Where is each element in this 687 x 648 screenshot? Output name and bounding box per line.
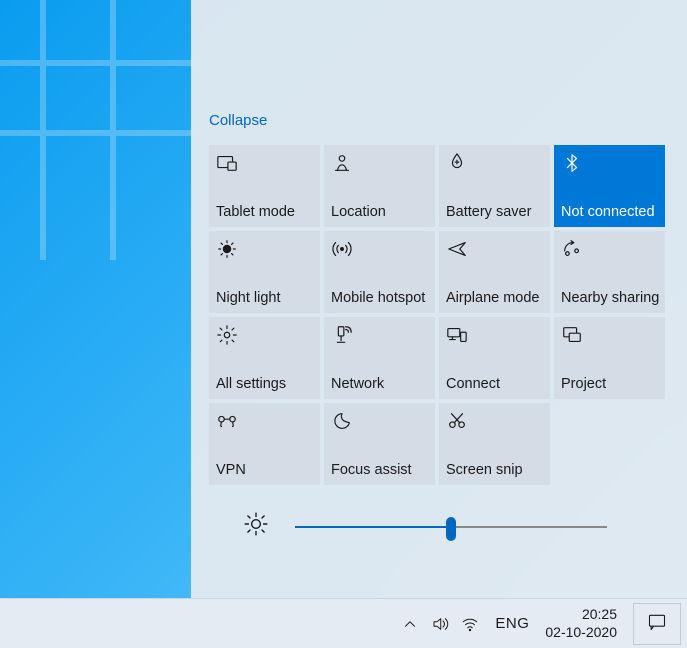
system-tray: ENG xyxy=(401,615,533,633)
language-indicator[interactable]: ENG xyxy=(491,615,533,632)
night-light-icon xyxy=(216,238,238,260)
taskbar-clock[interactable]: 20:25 02-10-2020 xyxy=(537,606,625,641)
project-icon xyxy=(561,324,583,346)
mobile-hotspot-icon xyxy=(331,238,353,260)
tray-overflow-icon[interactable] xyxy=(401,615,419,633)
collapse-link[interactable]: Collapse xyxy=(209,0,669,145)
location-icon xyxy=(331,152,353,174)
vpn-icon xyxy=(216,410,238,432)
tile-airplane-mode[interactable]: Airplane mode xyxy=(439,231,550,313)
notifications-icon xyxy=(647,612,667,635)
tile-label: VPN xyxy=(216,462,313,478)
notifications-button[interactable] xyxy=(633,603,681,645)
tile-nearby-sharing[interactable]: Nearby sharing xyxy=(554,231,665,313)
tile-label: Connect xyxy=(446,376,543,392)
tile-label: Network xyxy=(331,376,428,392)
tile-connect[interactable]: Connect xyxy=(439,317,550,399)
tile-label: Tablet mode xyxy=(216,204,313,220)
tile-label: Airplane mode xyxy=(446,290,543,306)
clock-date: 02-10-2020 xyxy=(545,624,617,642)
tile-screen-snip[interactable]: Screen snip xyxy=(439,403,550,485)
network-icon xyxy=(331,324,353,346)
tile-night-light[interactable]: Night light xyxy=(209,231,320,313)
screen-snip-icon xyxy=(446,410,468,432)
action-center-panel: Collapse Tablet mode Location Battery sa… xyxy=(191,0,687,598)
tile-project[interactable]: Project xyxy=(554,317,665,399)
tile-label: All settings xyxy=(216,376,313,392)
tile-label: Screen snip xyxy=(446,462,543,478)
tablet-mode-icon xyxy=(216,152,238,174)
tile-vpn[interactable]: VPN xyxy=(209,403,320,485)
tile-label: Focus assist xyxy=(331,462,428,478)
clock-time: 20:25 xyxy=(545,606,617,624)
battery-saver-icon xyxy=(446,152,468,174)
tile-location[interactable]: Location xyxy=(324,145,435,227)
tile-tablet-mode[interactable]: Tablet mode xyxy=(209,145,320,227)
tile-battery-saver[interactable]: Battery saver xyxy=(439,145,550,227)
settings-icon xyxy=(216,324,238,346)
brightness-icon xyxy=(243,511,269,542)
taskbar: ENG 20:25 02-10-2020 xyxy=(0,598,687,648)
tile-focus-assist[interactable]: Focus assist xyxy=(324,403,435,485)
tile-label: Mobile hotspot xyxy=(331,290,428,306)
tile-label: Night light xyxy=(216,290,313,306)
bluetooth-icon xyxy=(561,152,583,174)
tile-network[interactable]: Network xyxy=(324,317,435,399)
tile-mobile-hotspot[interactable]: Mobile hotspot xyxy=(324,231,435,313)
wifi-icon[interactable] xyxy=(461,615,479,633)
focus-assist-icon xyxy=(331,410,353,432)
airplane-mode-icon xyxy=(446,238,468,260)
quick-action-grid: Tablet mode Location Battery saver Not c… xyxy=(209,145,669,485)
tile-label: Nearby sharing xyxy=(561,290,658,306)
connect-icon xyxy=(446,324,468,346)
tile-label: Not connected xyxy=(561,204,658,220)
tile-bluetooth[interactable]: Not connected xyxy=(554,145,665,227)
brightness-control xyxy=(209,511,669,542)
tile-label: Battery saver xyxy=(446,204,543,220)
nearby-sharing-icon xyxy=(561,238,583,260)
volume-icon[interactable] xyxy=(431,615,449,633)
tile-all-settings[interactable]: All settings xyxy=(209,317,320,399)
tile-label: Project xyxy=(561,376,658,392)
tile-label: Location xyxy=(331,204,428,220)
brightness-slider[interactable] xyxy=(295,517,607,537)
